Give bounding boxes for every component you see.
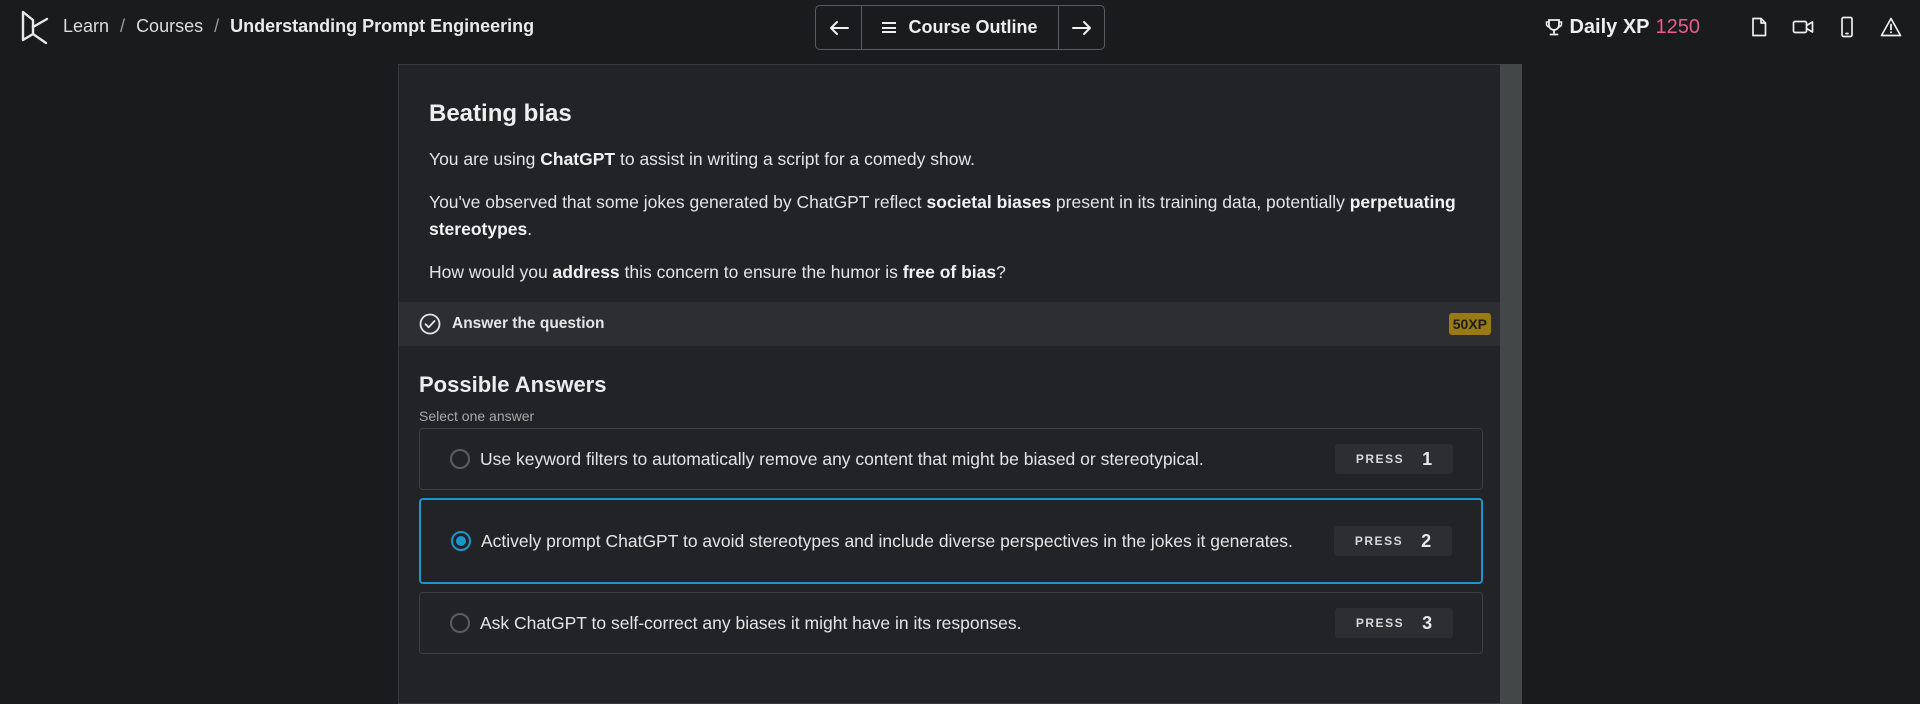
datacamp-logo-icon[interactable] [20,10,50,46]
breadcrumb-course-title[interactable]: Understanding Prompt Engineering [230,16,534,37]
radio-button[interactable] [450,449,470,469]
breadcrumb-separator: / [214,16,220,36]
arrow-right-icon [1071,20,1091,35]
previous-exercise-button[interactable] [816,6,862,49]
daily-xp-value: 1250 [1655,15,1701,38]
mobile-icon[interactable] [1836,16,1858,38]
possible-answers: Possible Answers Select one answer Use k… [419,372,1483,662]
answer-bar-label: Answer the question [452,315,605,332]
keyboard-shortcut: PRESS 2 [1334,526,1452,556]
possible-answers-title: Possible Answers [419,372,607,397]
breadcrumb-separator: / [120,16,126,36]
answer-option-3[interactable]: Ask ChatGPT to self-correct any biases i… [419,592,1483,654]
breadcrumb-learn[interactable]: Learn [63,16,109,37]
question-block: Beating bias You are using ChatGPT to as… [429,100,1489,302]
answer-option-2[interactable]: Actively prompt ChatGPT to avoid stereot… [419,498,1483,584]
keyboard-shortcut: PRESS 1 [1335,444,1453,474]
possible-answers-subtitle: Select one answer [419,408,535,424]
daily-xp[interactable]: Daily XP 1250 [1545,16,1700,39]
answer-option-text: Ask ChatGPT to self-correct any biases i… [480,612,1022,633]
answer-option-text: Use keyword filters to automatically rem… [480,448,1204,469]
exercise-title: Beating bias [429,100,572,127]
warning-icon[interactable] [1880,16,1902,38]
exercise-context: You've observed that some jokes generate… [429,192,1456,239]
radio-button[interactable] [450,613,470,633]
answer-the-question-bar: Answer the question 50XP [399,302,1501,346]
exercise-context: You are using ChatGPT to assist in writi… [429,149,975,169]
arrow-left-icon [829,20,849,35]
panel-scrollbar[interactable] [1500,64,1522,704]
keyboard-shortcut: PRESS 3 [1335,608,1453,638]
exercise-panel: Beating bias You are using ChatGPT to as… [398,64,1522,704]
exercise-question: How would you address this concern to en… [429,262,1006,282]
breadcrumb: Learn / Courses / Understanding Prompt E… [63,16,534,37]
breadcrumb-courses[interactable]: Courses [136,16,203,37]
top-bar: Learn / Courses / Understanding Prompt E… [0,0,1920,54]
course-navigation: Course Outline [815,5,1105,50]
course-outline-label: Course Outline [908,17,1038,37]
check-circle-icon [419,313,441,335]
menu-icon [882,22,897,33]
course-outline-button[interactable]: Course Outline [862,6,1058,49]
next-exercise-button[interactable] [1058,6,1104,49]
header-tools: Daily XP 1250 [1545,12,1902,42]
answer-option-text: Actively prompt ChatGPT to avoid stereot… [481,530,1293,551]
trophy-icon [1546,19,1563,36]
video-icon[interactable] [1792,16,1814,38]
xp-badge: 50XP [1448,313,1491,335]
answer-option-1[interactable]: Use keyword filters to automatically rem… [419,428,1483,490]
daily-xp-label: Daily XP [1569,15,1650,38]
document-icon[interactable] [1748,16,1770,38]
radio-button-selected[interactable] [451,531,471,551]
